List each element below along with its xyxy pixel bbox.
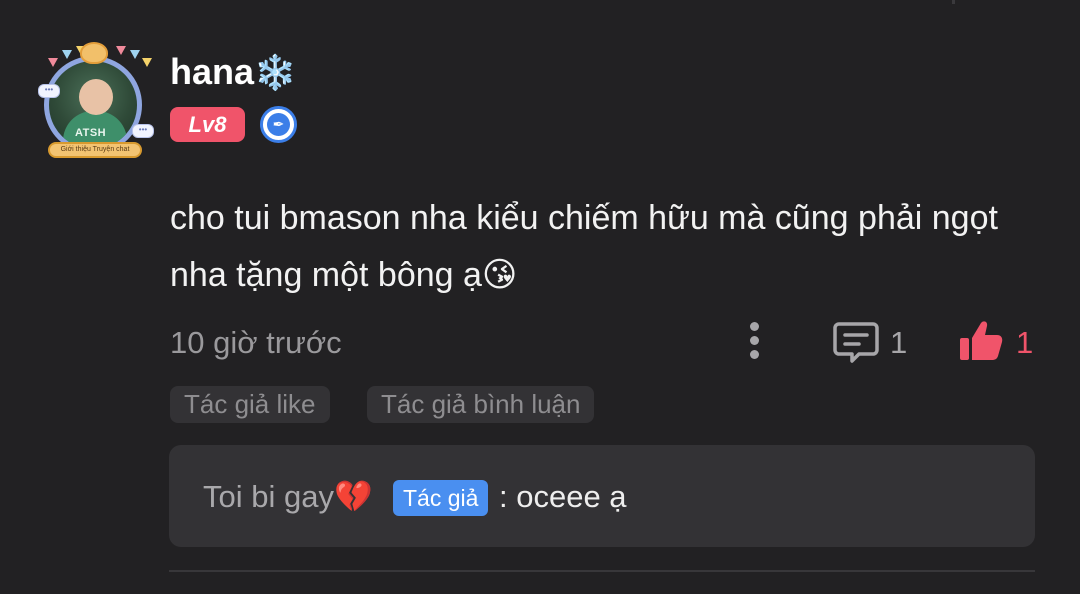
username[interactable]: hana❄️: [170, 50, 296, 95]
snowflake-icon: ❄️: [254, 54, 297, 92]
bottom-divider: [169, 570, 1035, 572]
username-text: hana: [170, 51, 255, 92]
avatar-image: ATSH: [44, 56, 142, 154]
chat-bubble-icon: •••: [132, 124, 154, 138]
thumbs-up-icon[interactable]: [958, 318, 1004, 364]
comment-text: cho tui bmason nha kiểu chiếm hữu mà cũn…: [170, 199, 998, 294]
comment-count[interactable]: 1: [890, 322, 907, 364]
avatar-ribbon: Giới thiệu Truyện chat: [48, 142, 142, 158]
bear-icon: [80, 42, 108, 64]
more-vertical-icon[interactable]: [748, 322, 762, 360]
reply-preview[interactable]: Toi bi gay💔 Tác giả : oceee ạ: [169, 445, 1035, 547]
like-count[interactable]: 1: [1016, 322, 1033, 364]
chat-bubble-icon: •••: [38, 84, 60, 98]
author-badge: ✒: [260, 106, 297, 143]
comment-time: 10 giờ trước: [170, 325, 342, 360]
author-tag: Tác giả: [393, 480, 489, 516]
tag-author-reply: Tác giả bình luận: [367, 386, 595, 423]
avatar[interactable]: ATSH ••• ••• Giới thiệu Truyện chat: [36, 40, 156, 164]
top-divider: [952, 0, 955, 4]
comment-icon[interactable]: [833, 320, 879, 364]
reply-text: : oceee ạ: [499, 479, 627, 514]
comment-page: ATSH ••• ••• Giới thiệu Truyện chat hana…: [0, 0, 1080, 594]
level-badge: Lv8: [170, 107, 245, 142]
pen-nib-icon: ✒: [267, 113, 290, 136]
reply-author: Toi bi gay💔: [203, 479, 373, 514]
tag-author-like: Tác giả like: [170, 386, 330, 423]
